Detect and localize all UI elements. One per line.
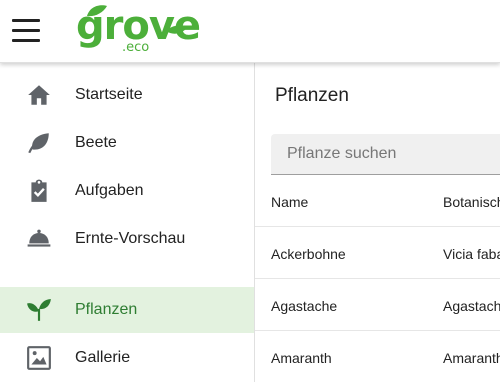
sidebar-item-aufgaben[interactable]: Aufgaben [0,168,254,214]
page-title: Pflanzen [275,85,349,106]
logo-leaf-right-icon [166,25,187,34]
main-content: Pflanzen Name Botanisch Ackerbohne Vicia… [255,63,500,382]
table-header: Name Botanisch [255,175,500,227]
harvest-cloche-icon [27,229,51,247]
cell-name: Agastache [271,298,338,314]
sidebar-item-label: Beete [75,134,117,151]
logo-sub: .eco [122,40,150,55]
column-header-name[interactable]: Name [271,194,308,210]
cell-botanical: Amaranth [443,350,500,366]
search-field[interactable] [271,134,500,175]
sidebar-item-label: Gallerie [75,349,131,366]
sidebar-item-ernte-vorschau[interactable]: Ernte-Vorschau [0,216,254,262]
cell-name: Amaranth [271,350,332,366]
cell-botanical: Agastache [443,298,500,314]
sidebar-item-pflanzen[interactable]: Pflanzen [0,287,254,333]
table-row[interactable]: Amaranth Amaranth [255,331,500,382]
clipboard-check-icon [31,179,47,202]
table-row[interactable]: Agastache Agastache [255,279,500,331]
sidebar: Startseite Beete Aufgaben Ernte-Vorschau [0,63,255,382]
menu-icon[interactable] [12,17,42,45]
logo[interactable]: grove .eco [72,2,201,58]
cell-botanical: Vicia faba [443,246,500,262]
sidebar-item-label: Startseite [75,86,143,103]
logo-leaf-icon [87,5,107,17]
sidebar-item-beete[interactable]: Beete [0,120,254,166]
sidebar-item-label: Pflanzen [75,301,138,318]
sidebar-item-startseite[interactable]: Startseite [0,72,254,118]
sidebar-item-label: Aufgaben [75,182,144,199]
sidebar-item-gallerie[interactable]: Gallerie [0,335,254,381]
sidebar-item-label: Ernte-Vorschau [75,230,186,247]
home-icon [28,85,50,105]
column-header-botanical[interactable]: Botanisch [443,194,500,210]
table-row[interactable]: Ackerbohne Vicia faba [255,227,500,279]
cell-name: Ackerbohne [271,246,346,262]
sprout-icon [27,299,51,321]
gallery-image-icon [27,346,51,370]
search-input[interactable] [271,134,500,174]
app-bar: grove .eco [0,0,500,63]
leaf-icon [28,133,49,154]
